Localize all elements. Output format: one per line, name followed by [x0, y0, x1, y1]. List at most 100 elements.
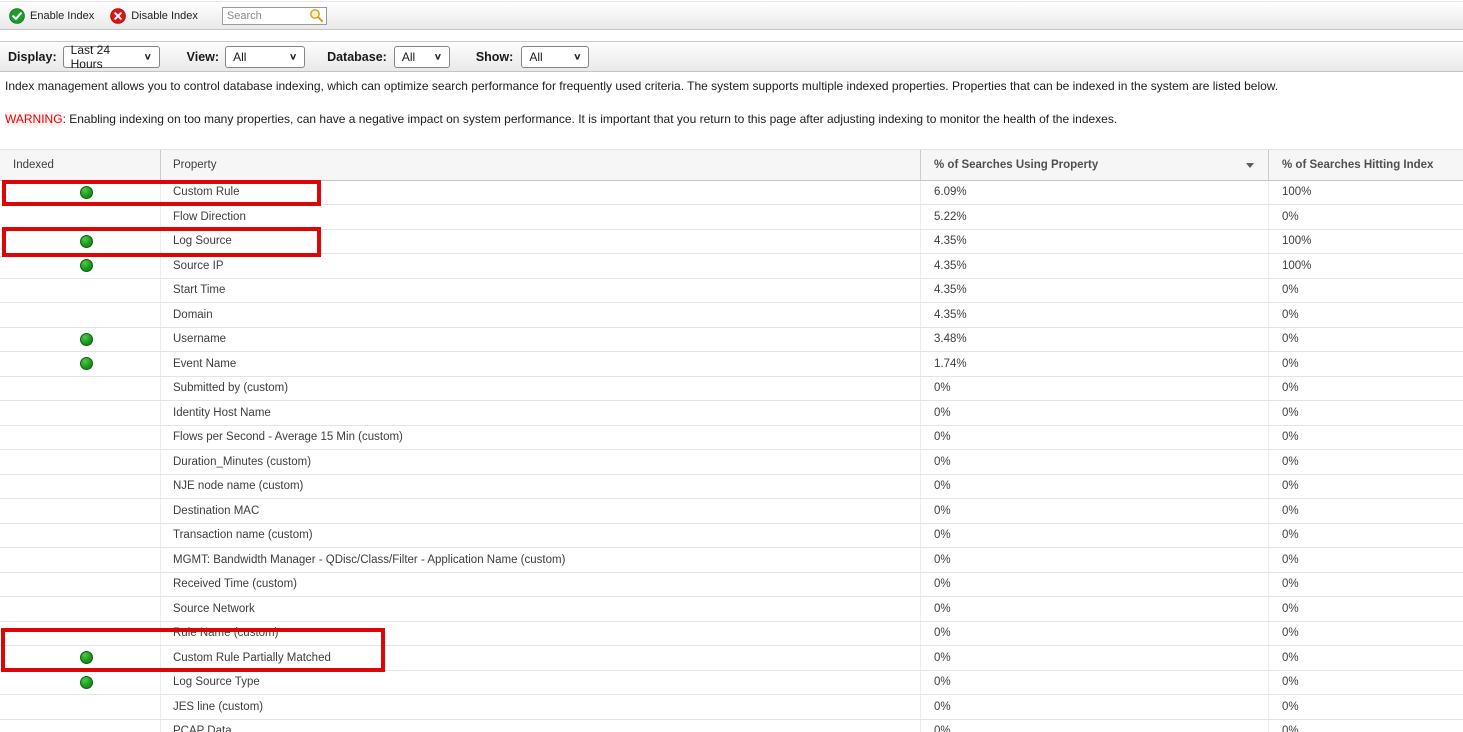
view-select[interactable]: All ∨ [225, 46, 305, 68]
chevron-down-icon: ∨ [289, 51, 297, 61]
table-row[interactable]: Event Name 1.74% 0% [0, 352, 1463, 377]
cell-indexed [0, 548, 160, 572]
table-row[interactable]: Domain 4.35% 0% [0, 303, 1463, 328]
index-table: Indexed Property % of Searches Using Pro… [0, 149, 1463, 732]
cell-using: 4.35% [920, 279, 1268, 303]
database-label: Database: [327, 50, 387, 64]
search-icon[interactable] [309, 8, 324, 28]
cell-hitting: 0% [1268, 671, 1463, 695]
cell-hitting: 0% [1268, 328, 1463, 352]
cell-hitting: 100% [1268, 230, 1463, 254]
display-label: Display: [8, 50, 57, 64]
cell-indexed [0, 279, 160, 303]
table-row[interactable]: Source Network 0% 0% [0, 597, 1463, 622]
cell-indexed [0, 499, 160, 523]
cell-hitting: 100% [1268, 181, 1463, 205]
cell-hitting: 0% [1268, 573, 1463, 597]
indexed-dot-icon [80, 333, 93, 346]
cell-property: Rule Name (custom) [160, 622, 920, 646]
warning-text: WARNING: Enabling indexing on too many p… [5, 112, 1458, 126]
table-row[interactable]: Username 3.48% 0% [0, 328, 1463, 353]
disable-index-label: Disable Index [131, 10, 198, 22]
cell-indexed [0, 450, 160, 474]
chevron-down-icon: ∨ [434, 51, 442, 61]
cell-hitting: 0% [1268, 279, 1463, 303]
enable-index-button[interactable]: Enable Index [9, 8, 94, 24]
cell-using: 0% [920, 524, 1268, 548]
table-row[interactable]: Submitted by (custom) 0% 0% [0, 377, 1463, 402]
cell-using: 0% [920, 450, 1268, 474]
cell-using: 0% [920, 475, 1268, 499]
table-row[interactable]: Custom Rule 6.09% 100% [0, 181, 1463, 206]
chevron-down-icon: ∨ [144, 51, 152, 61]
cell-using: 0% [920, 499, 1268, 523]
cell-hitting: 0% [1268, 450, 1463, 474]
table-row[interactable]: JES line (custom) 0% 0% [0, 695, 1463, 720]
cell-indexed [0, 377, 160, 401]
display-select[interactable]: Last 24 Hours ∨ [63, 46, 160, 68]
cell-using: 4.35% [920, 230, 1268, 254]
cell-indexed [0, 352, 160, 376]
cell-indexed [0, 205, 160, 229]
table-row[interactable]: Custom Rule Partially Matched 0% 0% [0, 646, 1463, 671]
table-row[interactable]: Flow Direction 5.22% 0% [0, 205, 1463, 230]
show-select-value: All [529, 50, 542, 64]
show-label: Show: [476, 50, 514, 64]
cell-hitting: 0% [1268, 352, 1463, 376]
toolbar: Enable Index Disable Index [0, 1, 1463, 30]
cell-hitting: 0% [1268, 377, 1463, 401]
enable-index-icon [9, 8, 25, 24]
column-header-hitting[interactable]: % of Searches Hitting Index [1268, 150, 1463, 180]
indexed-dot-icon [80, 259, 93, 272]
warning-label: WARNING [5, 112, 63, 126]
chevron-down-icon: ∨ [573, 51, 581, 61]
cell-property: Log Source Type [160, 671, 920, 695]
database-select[interactable]: All ∨ [394, 46, 450, 68]
cell-property: Destination MAC [160, 499, 920, 523]
table-row[interactable]: Rule Name (custom) 0% 0% [0, 622, 1463, 647]
table-row[interactable]: Flows per Second - Average 15 Min (custo… [0, 426, 1463, 451]
table-row[interactable]: NJE node name (custom) 0% 0% [0, 475, 1463, 500]
table-row[interactable]: MGMT: Bandwidth Manager - QDisc/Class/Fi… [0, 548, 1463, 573]
table-row[interactable]: PCAP Data 0% 0% [0, 720, 1463, 732]
indexed-dot-icon [80, 357, 93, 370]
cell-indexed [0, 622, 160, 646]
cell-hitting: 0% [1268, 205, 1463, 229]
cell-using: 0% [920, 622, 1268, 646]
cell-property: Identity Host Name [160, 401, 920, 425]
cell-property: Received Time (custom) [160, 573, 920, 597]
cell-property: Log Source [160, 230, 920, 254]
cell-using: 0% [920, 426, 1268, 450]
table-row[interactable]: Start Time 4.35% 0% [0, 279, 1463, 304]
table-row[interactable]: Log Source Type 0% 0% [0, 671, 1463, 696]
cell-hitting: 0% [1268, 303, 1463, 327]
warning-body: : Enabling indexing on too many properti… [63, 112, 1118, 126]
table-body: Custom Rule 6.09% 100% Flow Direction 5.… [0, 181, 1463, 732]
cell-using: 0% [920, 401, 1268, 425]
filter-bar: Display: Last 24 Hours ∨ View: All ∨ Dat… [0, 41, 1463, 72]
table-row[interactable]: Destination MAC 0% 0% [0, 499, 1463, 524]
cell-indexed [0, 597, 160, 621]
disable-index-icon [110, 8, 126, 24]
table-row[interactable]: Duration_Minutes (custom) 0% 0% [0, 450, 1463, 475]
indexed-dot-icon [80, 235, 93, 248]
column-header-using[interactable]: % of Searches Using Property [920, 150, 1268, 180]
table-row[interactable]: Identity Host Name 0% 0% [0, 401, 1463, 426]
cell-property: Source Network [160, 597, 920, 621]
cell-indexed [0, 303, 160, 327]
cell-property: Submitted by (custom) [160, 377, 920, 401]
table-row[interactable]: Received Time (custom) 0% 0% [0, 573, 1463, 598]
disable-index-button[interactable]: Disable Index [110, 8, 198, 24]
cell-using: 0% [920, 597, 1268, 621]
cell-property: Duration_Minutes (custom) [160, 450, 920, 474]
show-select[interactable]: All ∨ [521, 46, 589, 68]
cell-property: Domain [160, 303, 920, 327]
cell-hitting: 0% [1268, 548, 1463, 572]
table-row[interactable]: Transaction name (custom) 0% 0% [0, 524, 1463, 549]
column-header-property[interactable]: Property [160, 150, 920, 180]
cell-using: 0% [920, 671, 1268, 695]
table-row[interactable]: Log Source 4.35% 100% [0, 230, 1463, 255]
column-header-indexed[interactable]: Indexed [0, 150, 160, 180]
table-row[interactable]: Source IP 4.35% 100% [0, 254, 1463, 279]
cell-property: PCAP Data [160, 720, 920, 732]
